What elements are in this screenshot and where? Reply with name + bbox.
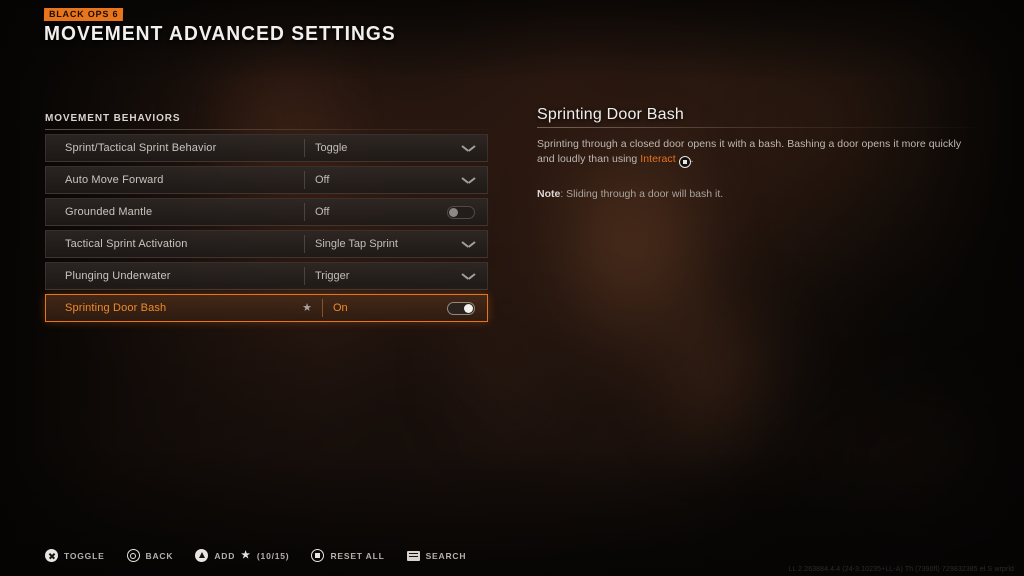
favorites-count: (10/15) [256, 550, 290, 561]
nav-button-label: TOGGLE [64, 550, 105, 561]
chevron-down-icon[interactable] [462, 240, 475, 248]
section-label-movement-behaviors: MOVEMENT BEHAVIORS [45, 113, 181, 124]
settings-row-value-cell[interactable]: On [323, 295, 487, 321]
settings-row-label: Tactical Sprint Activation [65, 238, 188, 250]
note-label: Note [537, 188, 561, 200]
triangle-button-icon [195, 549, 209, 562]
favorite-star-icon [294, 135, 304, 161]
favorite-star-icon[interactable]: ★ [294, 295, 322, 321]
square-button-icon [678, 156, 691, 168]
settings-row[interactable]: Sprinting Door Bash ★ On [45, 294, 488, 322]
stick-press-icon [311, 549, 325, 562]
nav-button-label: RESET ALL [330, 550, 385, 561]
cross-button-icon [45, 549, 58, 562]
toggle-switch-on[interactable] [447, 301, 475, 315]
game-settings-screen: BLACK OPS 6 MOVEMENT ADVANCED SETTINGS M… [0, 0, 1024, 576]
settings-row-label: Sprinting Door Bash [65, 302, 167, 314]
settings-row-value-cell[interactable]: Off [305, 199, 487, 225]
settings-row-value: Off [315, 206, 330, 218]
favorite-star-icon [294, 167, 304, 193]
settings-row-label: Plunging Underwater [65, 270, 171, 282]
favorite-star-icon [294, 199, 304, 225]
chevron-down-icon[interactable] [462, 272, 475, 280]
nav-button-search[interactable]: SEARCH [406, 550, 467, 561]
settings-row-label: Grounded Mantle [65, 206, 153, 218]
settings-row[interactable]: Grounded Mantle Off [45, 198, 488, 226]
section-divider [45, 129, 488, 130]
nav-button-add[interactable]: ADD ★ (10/15) [195, 549, 289, 562]
black-ops-logo-badge: BLACK OPS 6 [43, 8, 124, 21]
interact-keyword-link[interactable]: Interact [640, 153, 675, 165]
settings-column: MOVEMENT BEHAVIORS Sprint/Tactical Sprin… [45, 113, 488, 326]
settings-row-value-cell[interactable]: Off [305, 167, 487, 193]
settings-row-value-cell[interactable]: Single Tap Sprint [305, 231, 487, 257]
description-title: Sprinting Door Bash [537, 106, 684, 123]
toggle-switch-off[interactable] [447, 205, 475, 219]
settings-row-value: Single Tap Sprint [315, 238, 398, 250]
build-version-text: LL 2.263884.4.4 (24-3.10235+LL-A) Th (73… [788, 566, 1014, 573]
description-panel: Sprinting Door Bash Sprinting through a … [537, 106, 977, 202]
settings-row[interactable]: Plunging Underwater Trigger [45, 262, 488, 290]
nav-star-icon: ★ [241, 549, 251, 561]
settings-row-value: Off [315, 174, 330, 186]
bottom-navigation-bar: TOGGLE BACK ADD ★ (10/15) RESET ALL SEARCH [45, 549, 466, 562]
settings-row-label: Sprint/Tactical Sprint Behavior [65, 142, 217, 154]
settings-row[interactable]: Tactical Sprint Activation Single Tap Spr… [45, 230, 488, 258]
nav-button-toggle[interactable]: TOGGLE [45, 549, 105, 562]
description-text-before-link: Sprinting through a closed door opens it… [537, 138, 962, 165]
note-text: : Sliding through a door will bash it. [560, 188, 724, 200]
circle-button-icon [126, 549, 140, 562]
settings-row-list: Sprint/Tactical Sprint Behavior Toggle Aut… [45, 134, 488, 322]
chevron-down-icon[interactable] [462, 176, 475, 184]
nav-button-label: BACK [145, 550, 174, 561]
settings-row-value: Toggle [315, 142, 348, 154]
description-divider [537, 127, 977, 128]
nav-button-reset-all[interactable]: RESET ALL [311, 549, 384, 562]
description-body: Sprinting through a closed door opens it… [537, 137, 977, 168]
chevron-down-icon[interactable] [462, 144, 475, 152]
nav-button-back[interactable]: BACK [126, 549, 174, 562]
description-note: Note: Sliding through a door will bash i… [537, 187, 977, 202]
page-header: BLACK OPS 6 MOVEMENT ADVANCED SETTINGS [43, 4, 410, 46]
favorite-star-icon [294, 231, 304, 257]
keyboard-icon [406, 550, 420, 561]
settings-row-value: Trigger [315, 270, 350, 282]
settings-row[interactable]: Sprint/Tactical Sprint Behavior Toggle [45, 134, 488, 162]
favorite-star-icon [294, 263, 304, 289]
settings-row-label: Auto Move Forward [65, 174, 164, 186]
settings-row[interactable]: Auto Move Forward Off [45, 166, 488, 194]
settings-row-value-cell[interactable]: Toggle [305, 135, 487, 161]
settings-row-value-cell[interactable]: Trigger [305, 263, 487, 289]
settings-row-value: On [333, 302, 348, 314]
description-text-after-link: . [690, 153, 694, 165]
nav-button-label: ADD [214, 550, 236, 561]
nav-button-label: SEARCH [425, 550, 467, 561]
page-title: MOVEMENT ADVANCED SETTINGS [44, 23, 396, 45]
